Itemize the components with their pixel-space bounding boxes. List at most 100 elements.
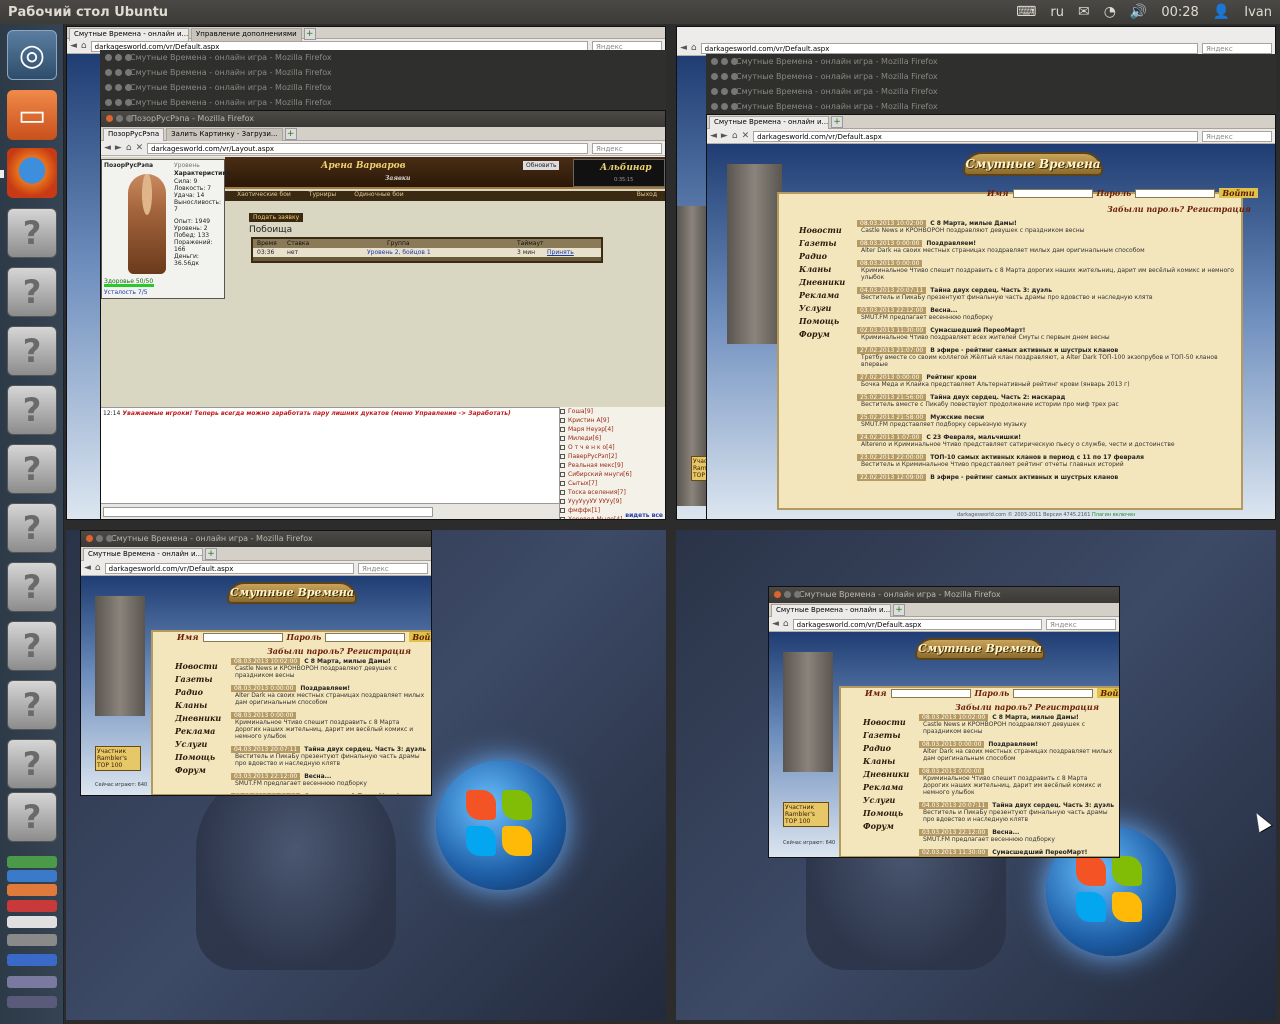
menu-item[interactable]: Газеты: [863, 729, 909, 742]
news-item[interactable]: 08.03.2013 0:00:00 Поздравляем! Alter Dark…: [857, 240, 1237, 254]
back-icon[interactable]: ◄: [104, 143, 111, 153]
home-icon[interactable]: ⌂: [783, 619, 789, 629]
tab[interactable]: Смутные Времена - онлайн и...: [771, 604, 891, 617]
online-user[interactable]: Реальная мекс[9]: [560, 461, 665, 470]
online-user[interactable]: Кристин А[9]: [560, 416, 665, 425]
rambler-badge[interactable]: Участник Rambler's TOP 100: [783, 802, 829, 827]
unknown-app-button[interactable]: ?: [7, 680, 57, 730]
submit-request-button[interactable]: Подать заявку: [249, 213, 304, 222]
menu-item[interactable]: Форум: [175, 764, 221, 777]
menu-item[interactable]: Газеты: [799, 237, 845, 250]
news-headline[interactable]: Сумасшедший ПереоМарт!: [930, 327, 1025, 334]
close-button[interactable]: [106, 115, 113, 122]
dash-button[interactable]: ◎: [7, 30, 57, 80]
online-user[interactable]: Тоска вселения[7]: [560, 488, 665, 497]
news-headline[interactable]: Тайна двух сердец. Часть 3: дуэль: [992, 802, 1114, 809]
unknown-app-button[interactable]: ?: [7, 739, 57, 789]
login-button[interactable]: Войти: [1097, 688, 1119, 698]
user-name[interactable]: ПаверРусРэп[2]: [568, 453, 617, 460]
maximize-button[interactable]: [106, 535, 113, 542]
stacked-window[interactable]: Смутные Времена - онлайн игра - Mozilla …: [100, 95, 666, 111]
home-icon[interactable]: ⌂: [126, 143, 132, 153]
site-window[interactable]: Смутные Времена - онлайн и... + ◄ ► ⌂ ✕ …: [706, 114, 1276, 520]
site-logo[interactable]: Смутные Времена: [227, 582, 357, 604]
news-item[interactable]: 02.03.2013 11:30:00Сумасшедший ПереоМарт…: [919, 849, 1115, 856]
news-item[interactable]: 24.02.2013 1:07:00 С 23 Февраля, мальчишк…: [857, 434, 1237, 448]
stacked-window[interactable]: Смутные Времена - онлайн игра - Mozilla …: [706, 54, 1276, 70]
maximize-button[interactable]: [126, 115, 133, 122]
news-headline[interactable]: Поздравляем!: [300, 685, 350, 692]
stacked-window[interactable]: Смутные Времена - онлайн игра - Mozilla …: [706, 69, 1276, 85]
menu-item[interactable]: Услуги: [175, 738, 221, 751]
stop-icon[interactable]: ✕: [742, 131, 750, 141]
user-checkbox[interactable]: [560, 409, 565, 414]
user-name[interactable]: Маря Неуэр[4]: [568, 426, 614, 433]
user-name[interactable]: Ivan: [1244, 5, 1272, 20]
back-icon[interactable]: ◄: [772, 619, 779, 629]
news-headline[interactable]: Тайна двух сердец. Часть 2: маскарад: [930, 394, 1065, 401]
menu-item[interactable]: Помощь: [175, 751, 221, 764]
collapsed-launcher-item[interactable]: [7, 916, 57, 928]
collapsed-launcher-item[interactable]: [7, 870, 57, 882]
menu-item[interactable]: Кланы: [863, 755, 909, 768]
menu-item[interactable]: Дневники: [863, 768, 909, 781]
new-tab-button[interactable]: +: [831, 116, 843, 128]
news-item[interactable]: 08.03.2013 0:00:00 Поздравляем! Alter Dark…: [919, 741, 1115, 762]
user-name[interactable]: Миледи[6]: [568, 435, 601, 442]
collapsed-launcher-item[interactable]: [7, 856, 57, 868]
minimize-button[interactable]: [116, 115, 123, 122]
login-button[interactable]: Войти: [409, 632, 431, 642]
news-headline[interactable]: Поздравляем!: [988, 741, 1038, 748]
new-tab-button[interactable]: +: [893, 604, 905, 616]
login-input[interactable]: [202, 632, 283, 642]
register-link[interactable]: Забыли пароль? Регистрация: [1107, 204, 1251, 214]
menu-item[interactable]: Дневники: [175, 712, 221, 725]
user-name[interactable]: УууУууУУ УУУу[9]: [568, 498, 622, 505]
menu-item[interactable]: Услуги: [863, 794, 909, 807]
news-item[interactable]: 27.02.2013 0:00:00 Рейтинг крови Бочка Мед…: [857, 374, 1237, 388]
news-headline[interactable]: Сумасшедший ПереоМарт!: [304, 793, 399, 794]
collapsed-launcher-item[interactable]: [7, 976, 57, 988]
close-button[interactable]: [774, 591, 781, 598]
back-icon[interactable]: ◄: [710, 131, 717, 141]
menu-item[interactable]: Новости: [175, 660, 221, 673]
menu-item[interactable]: Новости: [799, 224, 845, 237]
menu-item[interactable]: Радио: [799, 250, 845, 263]
user-name[interactable]: Кристин А[9]: [568, 417, 609, 424]
new-tab-button[interactable]: +: [303, 28, 316, 40]
menu-item[interactable]: Радио: [863, 742, 909, 755]
news-item[interactable]: 08.03.2013 10:02:00 С 8 Марта, милые Дамы…: [857, 220, 1237, 234]
news-item[interactable]: 04.03.2013 20:07:11 Тайна двух сердец. Ча…: [857, 287, 1237, 301]
logout-link[interactable]: Выход: [637, 191, 657, 201]
user-icon[interactable]: 👤: [1213, 4, 1230, 20]
news-item[interactable]: 08.03.2013 0:00:00 Поздравляем! Alter Dark…: [231, 685, 427, 706]
user-checkbox[interactable]: [560, 499, 565, 504]
user-name[interactable]: Сытых[7]: [568, 480, 597, 487]
stacked-window[interactable]: Смутные Времена - онлайн игра - Mozilla …: [100, 50, 666, 66]
search-box[interactable]: Яндекс: [358, 562, 428, 574]
forward-icon[interactable]: ►: [721, 131, 728, 141]
tab[interactable]: Смутные Времена - онлайн и...: [69, 28, 189, 41]
nav-link[interactable]: Одиночные бои: [354, 191, 403, 201]
workspace-2[interactable]: ◄ ⌂ darkagesworld.com/vr/Default.aspx Ян…: [676, 26, 1276, 520]
user-checkbox[interactable]: [560, 481, 565, 486]
stacked-window[interactable]: Смутные Времена - онлайн игра - Mozilla …: [100, 80, 666, 96]
rambler-badge[interactable]: Участник Rambler's TOP 100: [95, 746, 141, 771]
news-headline[interactable]: Сумасшедший ПереоМарт!: [992, 849, 1087, 856]
menu-item[interactable]: Форум: [799, 328, 845, 341]
online-user[interactable]: Гоша[9]: [560, 407, 665, 416]
unknown-app-button[interactable]: ?: [7, 792, 57, 842]
news-item[interactable]: 08.03.2013 0:00:00 Криминальное Чтиво спе…: [231, 712, 427, 740]
new-tab-button[interactable]: +: [205, 548, 217, 560]
unknown-app-button[interactable]: ?: [7, 267, 57, 317]
search-box[interactable]: Яндекс: [1202, 130, 1272, 142]
news-item[interactable]: 04.03.2013 20:07:11 Тайна двух сердец. Ча…: [919, 802, 1115, 823]
unknown-app-button[interactable]: ?: [7, 562, 57, 612]
nav-link[interactable]: Турниры: [309, 191, 336, 201]
news-item[interactable]: 08.03.2013 10:02:00 С 8 Марта, милые Дамы…: [919, 714, 1115, 735]
workspace-1[interactable]: Смутные Времена - онлайн и... Управление…: [66, 26, 666, 520]
minimize-button[interactable]: [784, 591, 791, 598]
user-checkbox[interactable]: [560, 508, 565, 513]
unknown-app-button[interactable]: ?: [7, 326, 57, 376]
home-icon[interactable]: ⌂: [732, 131, 738, 141]
